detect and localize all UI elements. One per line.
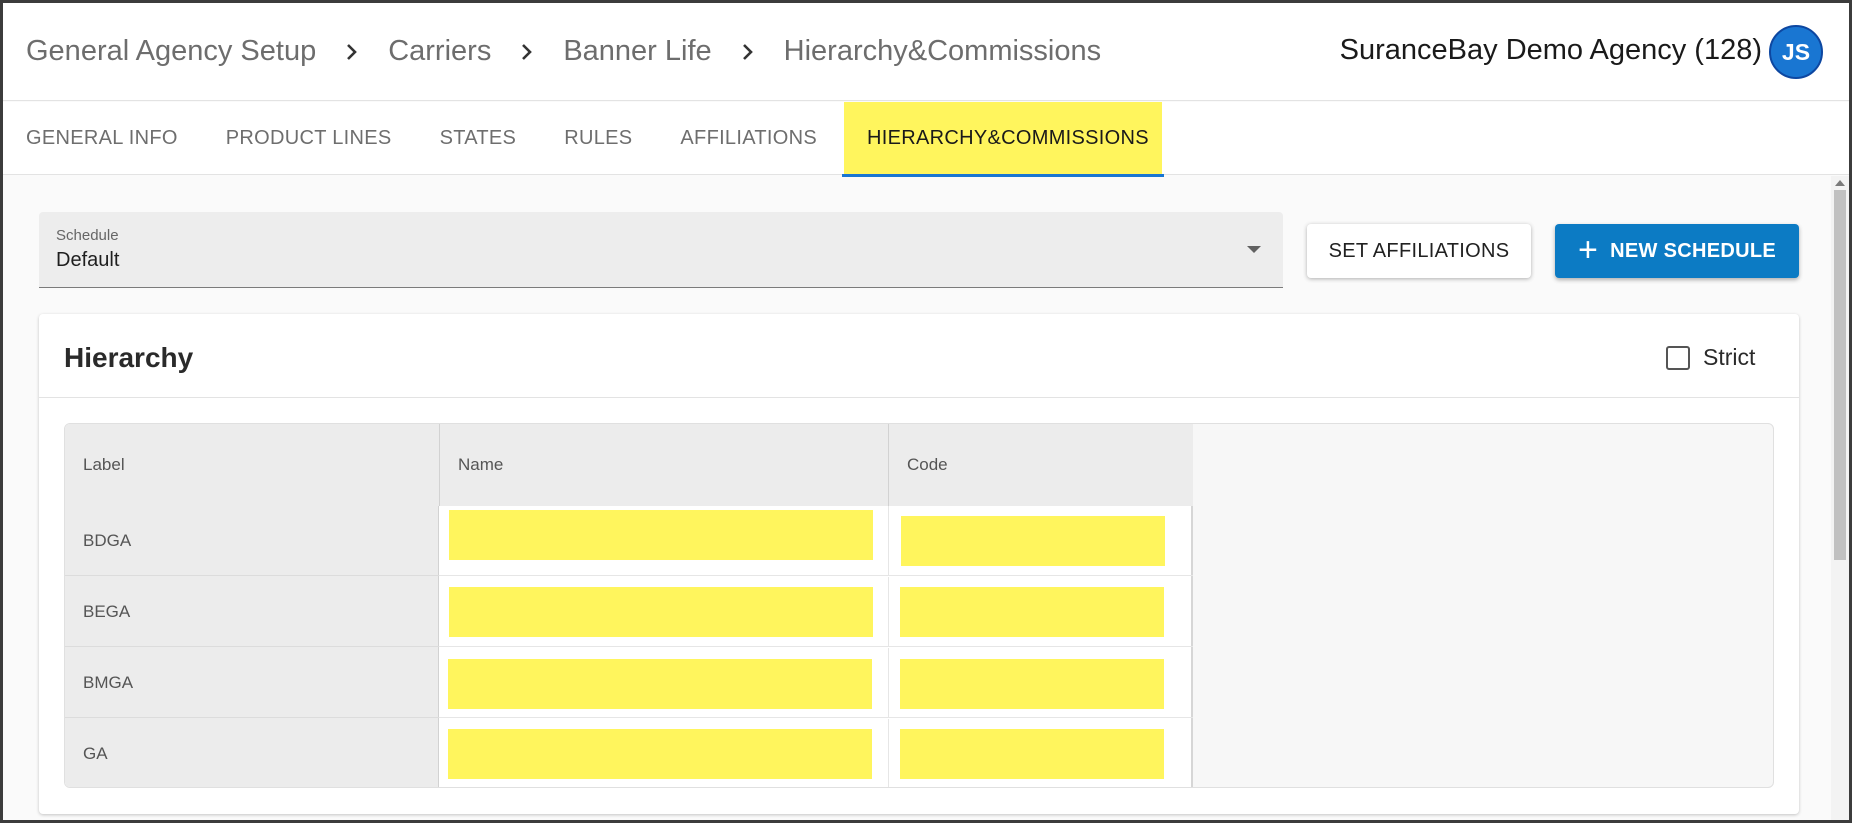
breadcrumb-carriers[interactable]: Carriers <box>388 35 491 68</box>
code-input[interactable] <box>900 729 1164 779</box>
column-header-code[interactable]: Code <box>907 424 948 506</box>
hierarchy-grid-body: Label Name Code BDGA BEGA BMGA GA <box>65 424 1193 787</box>
hierarchy-card-header: Hierarchy Strict <box>39 314 1799 398</box>
table-row: GA <box>65 719 1193 787</box>
tab-states[interactable]: STATES <box>440 102 517 175</box>
row-divider <box>65 717 439 718</box>
scrollbar-thumb[interactable] <box>1834 190 1846 560</box>
tab-hierarchy-commissions[interactable]: HIERARCHY&COMMISSIONS <box>842 102 1164 177</box>
plus-icon: + <box>1578 230 1599 269</box>
schedule-select-value: Default <box>56 249 120 271</box>
caret-down-icon[interactable] <box>1247 246 1261 253</box>
row-divider <box>65 646 439 647</box>
code-input[interactable] <box>901 516 1165 566</box>
row-divider <box>439 646 1193 647</box>
row-divider <box>439 717 1193 718</box>
tab-bar: GENERAL INFO PRODUCT LINES STATES RULES … <box>3 102 1849 177</box>
row-label: BEGA <box>83 602 131 621</box>
tab-general-info[interactable]: GENERAL INFO <box>26 102 178 175</box>
agency-name: SuranceBay Demo Agency (128) <box>1339 34 1762 66</box>
chevron-right-icon <box>712 42 784 62</box>
column-divider <box>439 424 440 506</box>
breadcrumb-general-agency-setup[interactable]: General Agency Setup <box>26 35 316 68</box>
cell-divider <box>888 506 889 576</box>
column-divider <box>888 424 889 506</box>
table-row: BDGA <box>65 506 1193 576</box>
row-label: BDGA <box>83 531 132 550</box>
schedule-select[interactable]: Schedule Default <box>39 212 1283 288</box>
hierarchy-title: Hierarchy <box>64 342 194 373</box>
tab-product-lines[interactable]: PRODUCT LINES <box>226 102 392 175</box>
code-input[interactable] <box>900 587 1164 637</box>
row-divider <box>439 575 1193 576</box>
cell-divider <box>888 648 889 718</box>
breadcrumb-banner-life[interactable]: Banner Life <box>563 35 711 68</box>
chevron-right-icon <box>491 42 563 62</box>
cell-divider <box>888 577 889 647</box>
new-schedule-button[interactable]: + NEW SCHEDULE <box>1555 224 1799 278</box>
top-bar: General Agency Setup Carriers Banner Lif… <box>3 3 1849 101</box>
breadcrumb: General Agency Setup Carriers Banner Lif… <box>3 35 1101 68</box>
name-input[interactable] <box>449 510 873 560</box>
name-input[interactable] <box>448 729 872 779</box>
grid-header-row: Label Name Code <box>65 424 1193 506</box>
vertical-scrollbar[interactable] <box>1831 176 1849 820</box>
cell-divider <box>888 719 889 787</box>
hierarchy-card: Hierarchy Strict Label Name Code BDGA BE… <box>39 314 1799 814</box>
row-label: GA <box>83 744 108 763</box>
strict-checkbox[interactable] <box>1666 345 1690 370</box>
hierarchy-grid: Label Name Code BDGA BEGA BMGA GA <box>64 423 1774 788</box>
set-affiliations-button[interactable]: SET AFFILIATIONS <box>1307 224 1531 278</box>
table-row: BMGA <box>65 648 1193 718</box>
column-header-label[interactable]: Label <box>83 424 125 506</box>
tab-rules[interactable]: RULES <box>564 102 632 175</box>
row-label: BMGA <box>83 673 134 692</box>
new-schedule-button-label: NEW SCHEDULE <box>1610 239 1776 262</box>
strict-toggle[interactable]: Strict <box>1666 344 1755 371</box>
table-row: BEGA <box>65 577 1193 647</box>
schedule-select-label: Schedule <box>56 227 119 244</box>
app-window: General Agency Setup Carriers Banner Lif… <box>0 0 1852 823</box>
row-divider <box>65 575 439 576</box>
strict-label: Strict <box>1703 344 1756 370</box>
chevron-right-icon <box>316 42 388 62</box>
tab-affiliations[interactable]: AFFILIATIONS <box>680 102 817 175</box>
code-input[interactable] <box>900 659 1164 709</box>
scroll-up-arrow-icon[interactable] <box>1835 180 1845 186</box>
name-input[interactable] <box>448 659 872 709</box>
column-header-name[interactable]: Name <box>458 424 503 506</box>
name-input[interactable] <box>449 587 873 637</box>
user-avatar[interactable]: JS <box>1769 25 1823 79</box>
breadcrumb-hierarchy-commissions: Hierarchy&Commissions <box>783 35 1102 67</box>
